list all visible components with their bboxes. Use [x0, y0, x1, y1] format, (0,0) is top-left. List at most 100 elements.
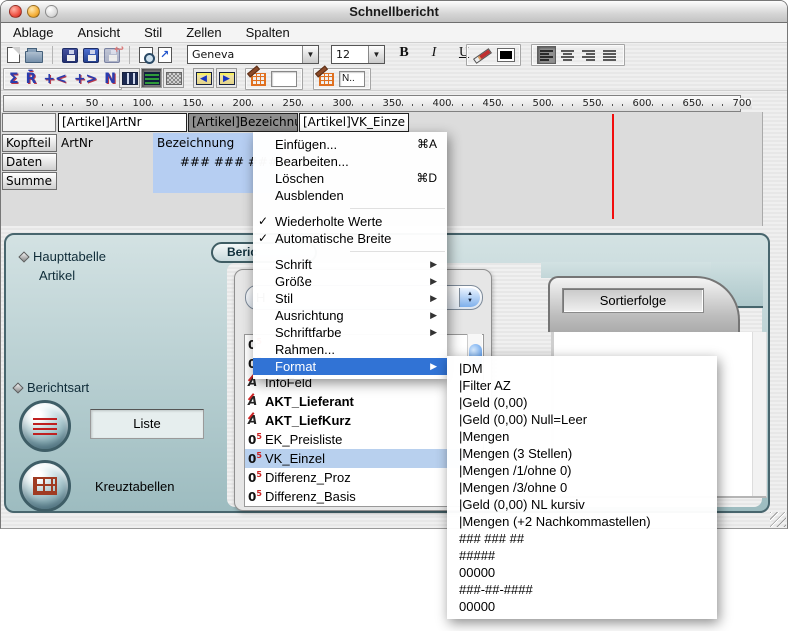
columns-table-icon [122, 72, 138, 85]
format-option[interactable]: |Mengen (3 Stellen) [447, 445, 717, 462]
menu-item[interactable]: Stil ▶ [253, 290, 447, 307]
kreuztabellen-radio-button[interactable] [19, 460, 71, 512]
column-header[interactable]: [Artikel]Bezeichnun [188, 113, 298, 132]
menu-item[interactable]: Ausblenden [253, 187, 447, 204]
row-label-button[interactable]: Daten [2, 153, 57, 171]
insert-column-right-button[interactable]: +> [74, 69, 97, 89]
menu-item[interactable]: Format ▶ [253, 358, 447, 375]
font-combo[interactable]: Geneva ▼ [187, 45, 319, 64]
align-right-button[interactable] [579, 46, 598, 64]
format-option[interactable]: |Geld (0,00) [447, 394, 717, 411]
liste-radio-button[interactable] [19, 400, 71, 452]
menu-bar-item[interactable]: Ablage [13, 25, 53, 40]
menu-item[interactable]: Einfügen... ⌘A [253, 136, 447, 153]
column-header-row: [Artikel]ArtNr[Artikel]Bezeichnun[Artike… [58, 113, 409, 132]
menu-item-label: Automatische Breite [275, 230, 437, 247]
sortierfolge-scrollbar[interactable] [752, 332, 766, 496]
menu-bar-item[interactable]: Spalten [246, 25, 290, 40]
menu-item[interactable]: Größe ▶ [253, 273, 447, 290]
menu-bar-item[interactable]: Zellen [186, 25, 221, 40]
menu-item[interactable]: Schriftfarbe ▶ [253, 324, 447, 341]
menu-item-label: Schrift [275, 256, 430, 273]
format-option[interactable]: 00000 [447, 598, 717, 615]
italic-button[interactable]: I [425, 45, 443, 61]
insert-column-left-button[interactable]: +< [43, 69, 66, 89]
view-rows-button[interactable] [141, 68, 162, 88]
format-option[interactable]: |Mengen /3/ohne 0 [447, 479, 717, 496]
window-resize-grip[interactable] [770, 512, 786, 527]
liste-label-box[interactable]: Liste [90, 409, 204, 439]
open-folder-icon[interactable] [25, 51, 43, 63]
format-option[interactable]: |Mengen (+2 Nachkommastellen) [447, 513, 717, 530]
move-column-right-button[interactable]: ▶ [216, 68, 237, 88]
column-header[interactable]: [Artikel]ArtNr [58, 113, 187, 132]
format-option[interactable]: ###-##-#### [447, 581, 717, 598]
divider [129, 46, 130, 64]
column-header[interactable]: [Artikel]VK_Einze [299, 113, 409, 132]
move-column-left-button[interactable]: ◀ [193, 68, 214, 88]
page-margin-line[interactable] [612, 114, 614, 219]
menu-item[interactable]: Löschen ⌘D [253, 170, 447, 187]
revert-icon[interactable]: ↩ [104, 48, 120, 63]
size-combo[interactable]: 12 ▼ [331, 45, 385, 64]
view-pattern-button[interactable] [163, 68, 184, 88]
view-columns-button[interactable] [119, 68, 140, 88]
chevron-down-icon[interactable]: ▼ [302, 46, 318, 63]
sum-button[interactable]: Σ [9, 69, 19, 89]
chevron-down-icon[interactable]: ▼ [368, 46, 384, 63]
format-option[interactable]: |Filter AZ [447, 377, 717, 394]
row-label-button[interactable]: Kopfteil [2, 134, 57, 152]
edit-grid-name-icon[interactable] [319, 73, 334, 86]
field-type-icon: A05 [248, 413, 265, 428]
format-option[interactable]: 00000 [447, 564, 717, 581]
grid-name-box[interactable]: N.. [339, 71, 365, 87]
format-option[interactable]: ### ### ## [447, 530, 717, 547]
save-as-icon[interactable] [83, 48, 99, 63]
menu-item[interactable]: Ausrichtung ▶ [253, 307, 447, 324]
align-left-button[interactable] [537, 46, 556, 64]
format-option[interactable]: |Geld (0,00) Null=Leer [447, 411, 717, 428]
menu-item[interactable]: Schrift ▶ [253, 256, 447, 273]
align-justify-icon [603, 49, 616, 61]
menu-item-label: Einfügen... [275, 136, 417, 153]
menu-item-label: Bearbeiten... [275, 153, 437, 170]
field-name: AKT_Lieferant [265, 394, 354, 409]
ruler-tick-label: 600 [632, 98, 652, 109]
menu-item[interactable]: Bearbeiten... [253, 153, 447, 170]
ruler-tick-label: 350 [382, 98, 402, 109]
menu-item[interactable]: ✓ Wiederholte Werte [253, 213, 447, 230]
save-icon[interactable] [62, 48, 78, 63]
format-option[interactable]: |Geld (0,00) NL kursiv [447, 496, 717, 513]
format-option[interactable]: ##### [447, 547, 717, 564]
title-bar[interactable]: Schnellbericht [1, 1, 787, 23]
menu-bar-item[interactable]: Ansicht [77, 25, 120, 40]
menu-item-right: ⌘A [417, 136, 437, 153]
sortierfolge-tab[interactable]: Sortierfolge [548, 276, 740, 332]
format-option[interactable]: |DM [447, 360, 717, 377]
cell-kopfteil-artnr[interactable]: ArtNr [61, 134, 93, 152]
new-document-icon[interactable] [7, 47, 20, 63]
menu-item[interactable]: ✓ Automatische Breite [253, 230, 447, 247]
edit-grid-icon[interactable] [251, 73, 266, 86]
format-option[interactable]: |Mengen /1/ohne 0) [447, 462, 717, 479]
export-icon[interactable] [158, 47, 172, 63]
row-label-button[interactable]: Summe [2, 172, 57, 190]
menu-item-right: ▶ [430, 256, 437, 273]
menu-bar-item[interactable]: Stil [144, 25, 162, 40]
menu-item[interactable]: Rahmen... [253, 341, 447, 358]
align-justify-button[interactable] [600, 46, 619, 64]
repeat-values-button[interactable]: R̄ [26, 69, 37, 89]
cell-kopfteil-bezeichnung[interactable]: Bezeichnung [157, 134, 234, 152]
stepper-control[interactable]: ▲▼ [459, 288, 480, 307]
ruler-tick-label: 300 [332, 98, 352, 109]
color-swatch-button[interactable] [497, 48, 515, 62]
bold-button[interactable]: B [395, 45, 413, 61]
grid-value-box[interactable] [271, 71, 297, 87]
align-center-button[interactable] [558, 46, 577, 64]
format-option[interactable]: |Mengen [447, 428, 717, 445]
number-format-button[interactable]: N [104, 69, 116, 89]
print-preview-icon[interactable] [139, 47, 153, 63]
number-field-icon: 05 [248, 451, 262, 466]
sheet-corner-cell[interactable] [2, 113, 56, 132]
text-color-pencil-icon[interactable] [472, 47, 492, 63]
